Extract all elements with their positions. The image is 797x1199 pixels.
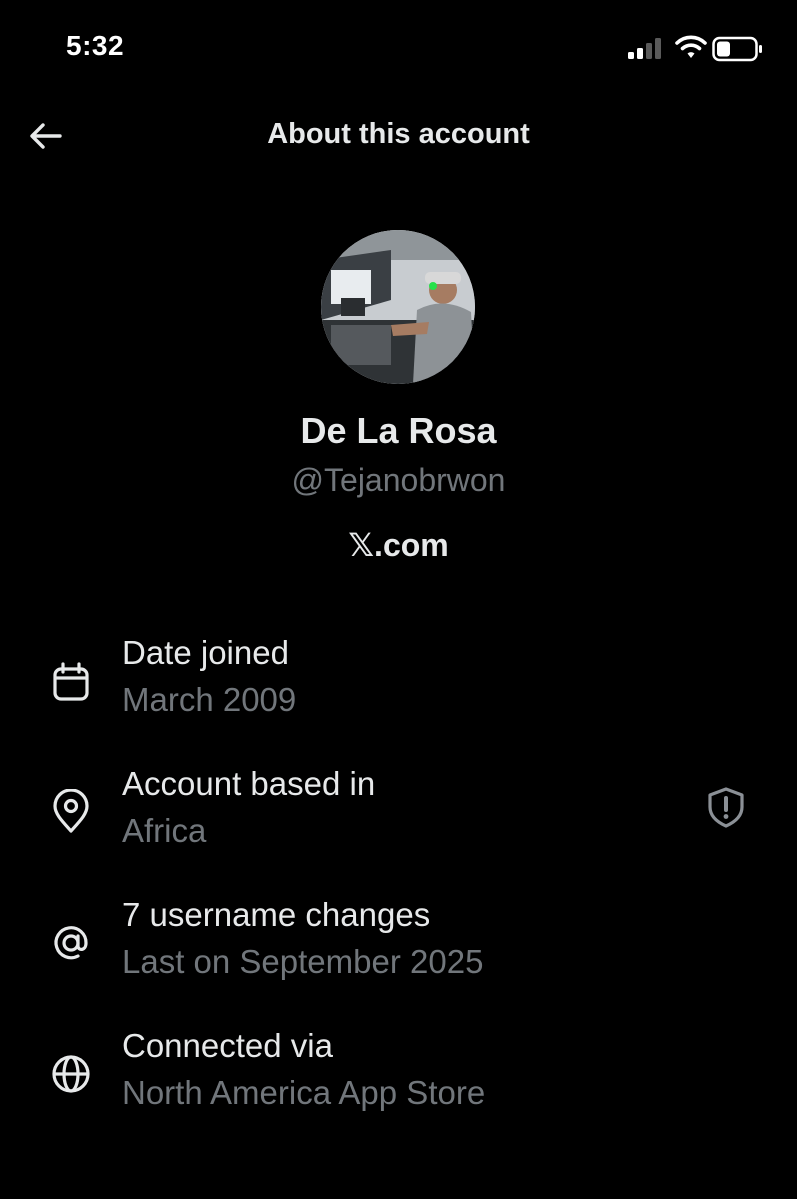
info-label: Connected via <box>122 1027 333 1064</box>
wifi-icon <box>675 35 707 58</box>
profile-handle: @Tejanobrwon <box>291 462 506 498</box>
status-time: 5:32 <box>66 30 125 61</box>
profile-name: De La Rosa <box>300 410 497 451</box>
header: About this account <box>0 100 797 170</box>
calendar-icon <box>53 662 89 701</box>
info-row-connected-via: Connected via North America App Store <box>0 1027 797 1137</box>
info-value: Africa <box>122 812 207 849</box>
avatar-photo <box>321 230 475 384</box>
info-row-account-based-in: Account based in Africa <box>0 765 797 875</box>
page-title: About this account <box>267 118 530 150</box>
info-label: Account based in <box>122 765 376 802</box>
avatar[interactable] <box>321 230 475 384</box>
cellular-signal-icon <box>628 38 661 59</box>
info-label: Date joined <box>122 634 289 671</box>
location-pin-icon <box>53 789 89 833</box>
info-value: Last on September 2025 <box>122 943 484 980</box>
info-row-username-changes: 7 username changes Last on September 202… <box>0 896 797 1006</box>
at-sign-icon <box>54 926 88 960</box>
shield-alert-icon[interactable] <box>704 785 748 829</box>
globe-icon <box>52 1055 90 1093</box>
info-value: North America App Store <box>122 1074 486 1111</box>
battery-icon <box>712 36 762 62</box>
profile-site: 𝕏.com <box>348 527 449 563</box>
info-row-date-joined: Date joined March 2009 <box>0 634 797 744</box>
info-value: March 2009 <box>122 681 297 718</box>
status-bar: 5:32 <box>0 0 797 100</box>
info-label: 7 username changes <box>122 896 431 933</box>
